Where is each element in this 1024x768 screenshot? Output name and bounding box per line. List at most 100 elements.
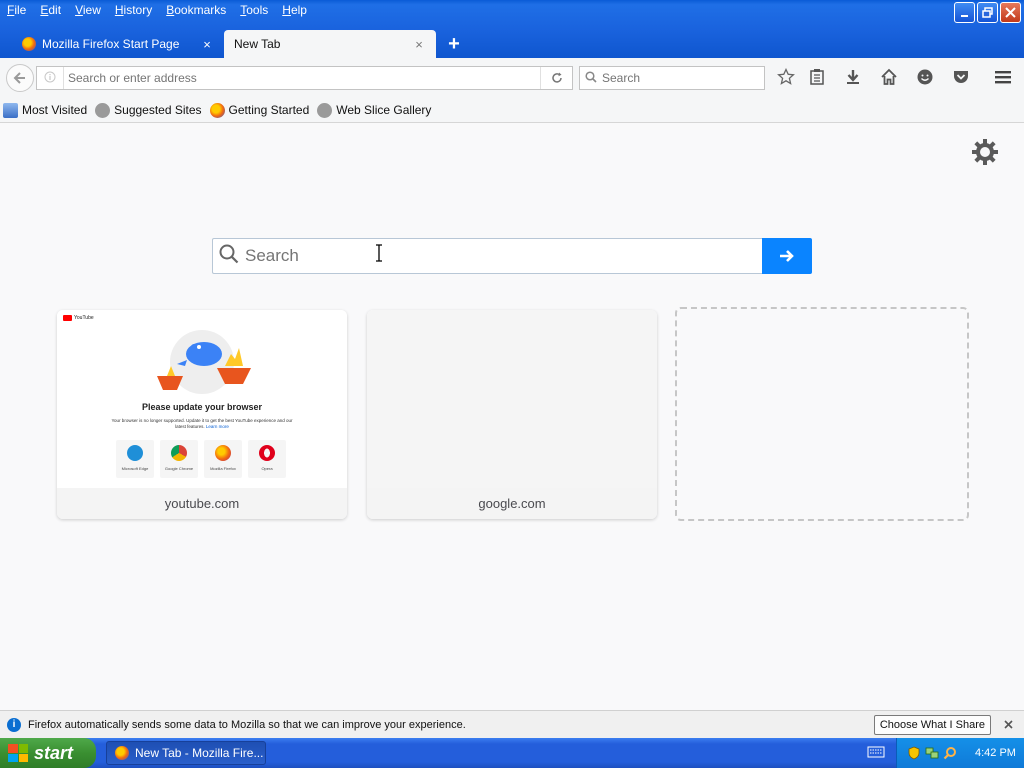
tab-strip: Mozilla Firefox Start Page × New Tab × + (0, 30, 1024, 58)
new-tab-search (212, 238, 812, 274)
address-input[interactable] (64, 71, 540, 85)
search-tray-icon[interactable] (943, 746, 957, 760)
hamburger-menu-icon[interactable] (993, 68, 1013, 88)
tile-thumbnail: YouTube Please update your browser Your … (57, 310, 347, 488)
tab-label: New Tab (234, 37, 281, 51)
new-tab-button[interactable]: + (444, 33, 464, 56)
opera-icon (259, 445, 275, 461)
tab-close-button[interactable]: × (412, 37, 426, 52)
hello-chat-icon[interactable] (915, 68, 935, 88)
home-icon[interactable] (879, 68, 899, 88)
menu-history[interactable]: History (108, 0, 159, 22)
browser-option-edge: Microsoft Edge (116, 440, 154, 478)
chrome-icon (171, 445, 187, 461)
firefox-icon (115, 746, 129, 760)
gear-icon[interactable] (970, 138, 1000, 168)
bookmark-label: Getting Started (228, 103, 310, 117)
bookmark-web-slice-gallery[interactable]: Web Slice Gallery (317, 102, 432, 118)
edge-icon (127, 445, 143, 461)
restore-icon (982, 7, 993, 18)
menu-tools[interactable]: Tools (233, 0, 275, 22)
taskbar-item-firefox[interactable]: New Tab - Mozilla Fire... (106, 741, 266, 765)
tile-label: google.com (367, 488, 657, 519)
download-icon[interactable] (843, 68, 863, 88)
close-icon (1005, 7, 1016, 18)
library-icon[interactable] (807, 68, 827, 88)
security-shield-icon[interactable] (907, 746, 921, 760)
top-site-tile-google[interactable]: google.com (367, 310, 657, 519)
back-button[interactable] (6, 64, 34, 92)
close-icon (1003, 720, 1013, 729)
minimize-icon (960, 14, 968, 17)
globe-icon (317, 102, 333, 118)
system-tray: 4:42 PM (896, 738, 1024, 768)
new-tab-search-input[interactable] (245, 246, 762, 266)
search-bar (579, 66, 765, 90)
windows-flag-icon (8, 744, 28, 762)
menu-file[interactable]: File (0, 0, 33, 22)
youtube-logo: YouTube (63, 315, 94, 321)
keyboard-icon[interactable] (866, 746, 886, 760)
bookmark-label: Suggested Sites (114, 103, 202, 117)
tab-label: Mozilla Firefox Start Page (42, 37, 180, 51)
firefox-icon (209, 102, 225, 118)
bookmark-label: Web Slice Gallery (336, 103, 432, 117)
dinosaur-illustration-icon (157, 330, 251, 394)
menu-help[interactable]: Help (275, 0, 314, 22)
search-icon (580, 70, 602, 86)
info-icon: i (7, 717, 21, 732)
browser-option-opera: Opera (248, 440, 286, 478)
network-icon[interactable] (925, 746, 939, 760)
bookmark-suggested-sites[interactable]: Suggested Sites (95, 102, 202, 118)
close-window-button[interactable] (1000, 2, 1021, 23)
browser-option-chrome: Google Chrome (160, 440, 198, 478)
browser-options: Microsoft Edge Google Chrome Mozilla Fir… (116, 440, 286, 478)
data-notification-bar: i Firefox automatically sends some data … (0, 710, 1024, 738)
restore-button[interactable] (977, 2, 998, 23)
search-icon (213, 244, 245, 269)
taskbar: start New Tab - Mozilla Fire... 4:42 PM (0, 738, 1024, 768)
taskbar-item-label: New Tab - Mozilla Fire... (135, 746, 264, 760)
notification-text: Firefox automatically sends some data to… (28, 718, 466, 731)
bookmark-star-icon[interactable] (776, 67, 796, 88)
most-visited-icon (3, 102, 18, 118)
tile-thumbnail (367, 310, 657, 488)
top-site-tile-youtube[interactable]: YouTube Please update your browser Your … (57, 310, 347, 519)
menu-edit[interactable]: Edit (33, 0, 68, 22)
text-cursor-icon (375, 244, 383, 267)
search-submit-button[interactable] (762, 238, 812, 274)
new-tab-search-box (212, 238, 762, 274)
bookmark-most-visited[interactable]: Most Visited (3, 102, 88, 118)
pocket-icon[interactable] (951, 68, 971, 88)
minimize-button[interactable] (954, 2, 975, 23)
back-arrow-icon (13, 72, 25, 84)
arrow-right-icon (780, 250, 794, 262)
bookmarks-toolbar: Most Visited Suggested Sites Getting Sta… (0, 98, 1024, 123)
menu-bookmarks[interactable]: Bookmarks (159, 0, 233, 22)
menu-bar: File Edit View History Bookmarks Tools H… (0, 0, 314, 22)
tab-firefox-start-page[interactable]: Mozilla Firefox Start Page × (12, 30, 224, 58)
reload-button[interactable] (540, 67, 572, 89)
start-label: start (34, 742, 74, 763)
reload-icon (551, 72, 562, 83)
tab-new-tab[interactable]: New Tab × (224, 30, 436, 58)
bookmark-label: Most Visited (22, 103, 88, 117)
address-bar (36, 66, 573, 90)
tab-close-button[interactable]: × (200, 37, 214, 52)
menu-view[interactable]: View (68, 0, 108, 22)
tile-label: youtube.com (57, 488, 347, 519)
bookmark-getting-started[interactable]: Getting Started (209, 102, 310, 118)
window-controls (954, 2, 1021, 23)
system-clock: 4:42 PM (975, 747, 1016, 759)
close-notification-button[interactable] (1001, 717, 1015, 732)
site-info-icon[interactable] (37, 71, 63, 86)
globe-icon (95, 102, 111, 118)
logo-text: YouTube (74, 315, 94, 321)
start-button[interactable]: start (0, 738, 96, 768)
search-input[interactable] (602, 71, 764, 85)
navigation-toolbar (0, 58, 1024, 98)
preview-subtext: Your browser is no longer supported. Upd… (111, 418, 293, 429)
new-tab-page: YouTube Please update your browser Your … (0, 124, 1024, 710)
window-titlebar: File Edit View History Bookmarks Tools H… (0, 0, 1024, 58)
choose-what-i-share-button[interactable]: Choose What I Share (873, 714, 991, 735)
